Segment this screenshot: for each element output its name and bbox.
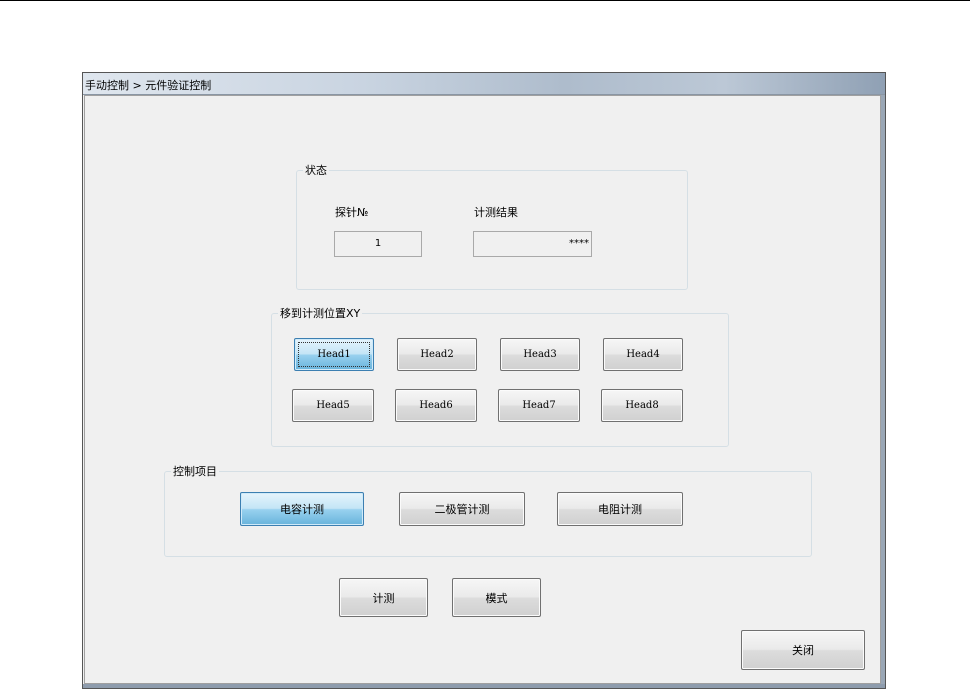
title-bar[interactable]: 手动控制 > 元件验证控制 (83, 73, 885, 95)
resistance-measure-button[interactable]: 电阻计测 (557, 492, 683, 526)
head5-button[interactable]: Head5 (292, 389, 374, 422)
move-position-group: 移到计测位置XY Head1 Head2 Head3 Head4 Head5 H… (271, 307, 729, 447)
probe-number-field: 1 (334, 231, 422, 257)
dialog-window: 手动控制 > 元件验证控制 状态 探针№ 计测结果 1 **** 移到计测位置X… (82, 72, 886, 689)
window-bottom-frame (83, 684, 885, 688)
head8-button[interactable]: Head8 (601, 389, 683, 422)
diode-measure-button[interactable]: 二极管计测 (399, 492, 525, 526)
head6-button[interactable]: Head6 (395, 389, 477, 422)
close-button[interactable]: 关闭 (741, 630, 865, 670)
measure-button[interactable]: 计测 (339, 578, 428, 617)
status-group: 状态 探针№ 计测结果 1 **** (296, 164, 688, 290)
window-title: 手动控制 > 元件验证控制 (85, 79, 212, 92)
head4-button[interactable]: Head4 (603, 338, 683, 371)
measure-result-field: **** (473, 231, 592, 257)
capacitance-measure-button[interactable]: 电容计测 (240, 492, 364, 526)
mode-button[interactable]: 模式 (452, 578, 541, 617)
top-divider-line (0, 0, 970, 1)
head1-button[interactable]: Head1 (294, 338, 374, 371)
probe-number-label: 探针№ (335, 206, 369, 219)
move-position-group-label: 移到计测位置XY (278, 307, 363, 320)
measure-result-label: 计测结果 (474, 206, 518, 219)
head7-button[interactable]: Head7 (498, 389, 580, 422)
control-items-group-label: 控制项目 (171, 465, 219, 478)
head3-button[interactable]: Head3 (500, 338, 580, 371)
control-items-group: 控制项目 电容计测 二极管计测 电阻计测 (164, 465, 812, 557)
status-group-label: 状态 (303, 164, 329, 177)
window-right-frame (881, 95, 885, 688)
head2-button[interactable]: Head2 (397, 338, 477, 371)
dialog-client-area: 状态 探针№ 计测结果 1 **** 移到计测位置XY Head1 Head2 … (84, 95, 881, 684)
